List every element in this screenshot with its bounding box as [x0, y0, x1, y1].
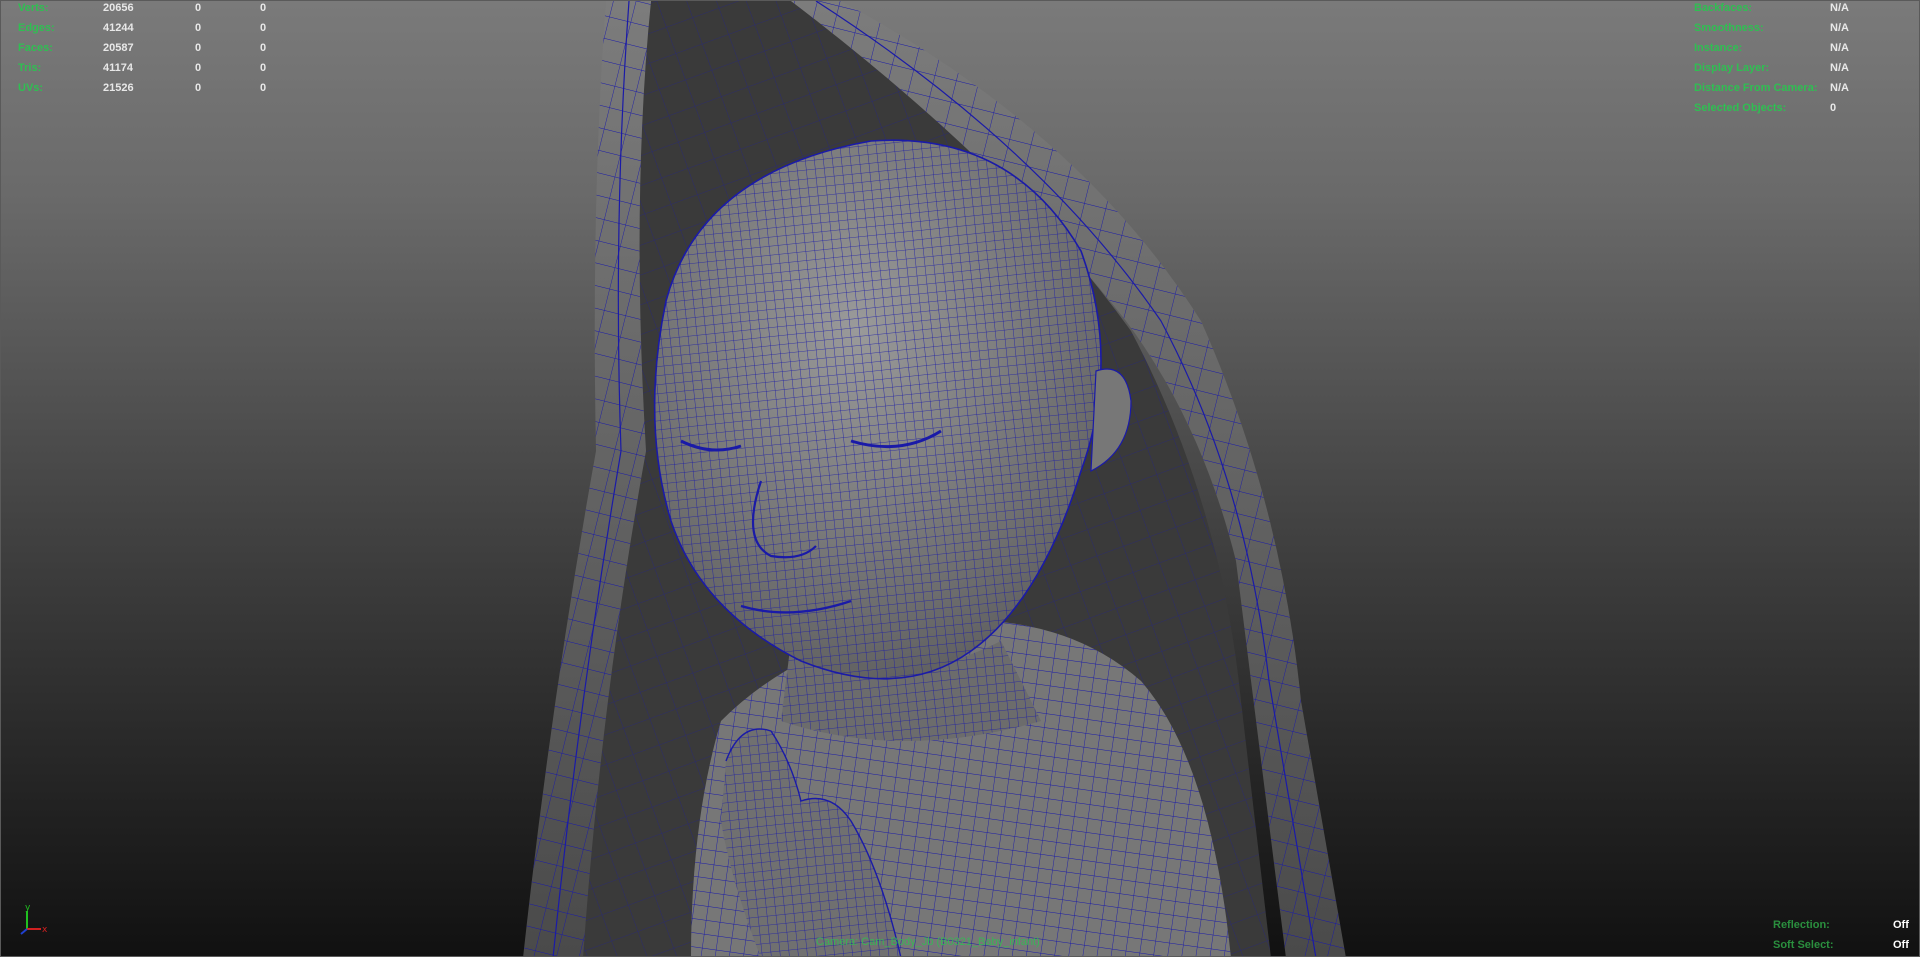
hud-value: 0: [260, 2, 267, 14]
hud-label: Instance:: [1694, 42, 1743, 54]
render-settings-hud: Reflection: Off Soft Select: Off: [1773, 915, 1909, 955]
hud-value: 41174: [103, 62, 133, 74]
hud-label: Faces:: [18, 42, 53, 54]
hud-value: 0: [260, 62, 267, 74]
hud-value: N/A: [1830, 62, 1849, 74]
hud-row-display-layer: Display Layer: N/A: [1694, 58, 1849, 78]
axis-x-label: x: [42, 925, 48, 935]
hud-value: N/A: [1830, 82, 1849, 94]
hud-label: Smoothness:: [1694, 22, 1764, 34]
hud-value: 0: [195, 2, 202, 14]
axis-gizmo-icon: y x: [20, 903, 48, 935]
hud-row-instance: Instance: N/A: [1694, 38, 1849, 58]
hud-value: 0: [195, 42, 202, 54]
hud-row-selected-objects: Selected Objects: 0: [1694, 98, 1849, 118]
hud-label: Edges:: [18, 22, 55, 34]
hud-row-tris: Tris: 41174 0 0: [18, 58, 300, 78]
hud-value: N/A: [1830, 42, 1849, 54]
hud-label: UVs:: [18, 82, 44, 94]
hud-row-backfaces: Backfaces: N/A: [1694, 1, 1849, 18]
hud-label: Soft Select:: [1773, 939, 1834, 951]
hud-row-faces: Faces: 20587 0 0: [18, 38, 300, 58]
hud-value: N/A: [1830, 2, 1849, 14]
hud-label: Distance From Camera:: [1694, 82, 1818, 94]
hud-label: Backfaces:: [1694, 2, 1753, 14]
hud-label: Tris:: [18, 62, 42, 74]
hud-value: Off: [1893, 939, 1909, 951]
hud-row-reflection: Reflection: Off: [1773, 915, 1909, 935]
hud-value: 20656: [103, 2, 134, 14]
hud-value: 41244: [103, 22, 134, 34]
hud-value: 0: [260, 82, 267, 94]
hud-value: 0: [195, 22, 202, 34]
hud-row-verts: Verts: 20656 0 0: [18, 1, 300, 18]
hud-value: 0: [260, 22, 267, 34]
hud-row-smoothness: Smoothness: N/A: [1694, 18, 1849, 38]
hud-label: Verts:: [18, 2, 49, 14]
hud-value: 0: [195, 62, 202, 74]
camera-name-label: Camera: Cam_Body_Jb (B0321_Baby_infant): [816, 936, 1040, 948]
hud-label: Selected Objects:: [1694, 102, 1787, 114]
hud-row-soft-select: Soft Select: Off: [1773, 935, 1909, 955]
wireframe-scene[interactable]: [1, 1, 1920, 957]
hud-row-distance-from-camera: Distance From Camera: N/A: [1694, 78, 1849, 98]
hud-value: 21526: [103, 82, 134, 94]
hud-value: 0: [195, 82, 202, 94]
object-details-hud: Backfaces: N/A Smoothness: N/A Instance:…: [1694, 1, 1849, 118]
hud-value: 0: [1830, 102, 1837, 114]
hud-value: Off: [1893, 919, 1909, 931]
axis-y-label: y: [25, 903, 31, 913]
hud-value: N/A: [1830, 22, 1849, 34]
maya-viewport[interactable]: Verts: 20656 0 0 Edges: 41244 0 0 Faces:…: [0, 0, 1920, 957]
hud-value: 20587: [103, 42, 134, 54]
hud-label: Display Layer:: [1694, 62, 1770, 74]
hud-label: Reflection:: [1773, 919, 1830, 931]
hud-row-uvs: UVs: 21526 0 0: [18, 78, 300, 98]
hud-value: 0: [260, 42, 267, 54]
hud-row-edges: Edges: 41244 0 0: [18, 18, 300, 38]
poly-count-hud: Verts: 20656 0 0 Edges: 41244 0 0 Faces:…: [18, 1, 300, 98]
